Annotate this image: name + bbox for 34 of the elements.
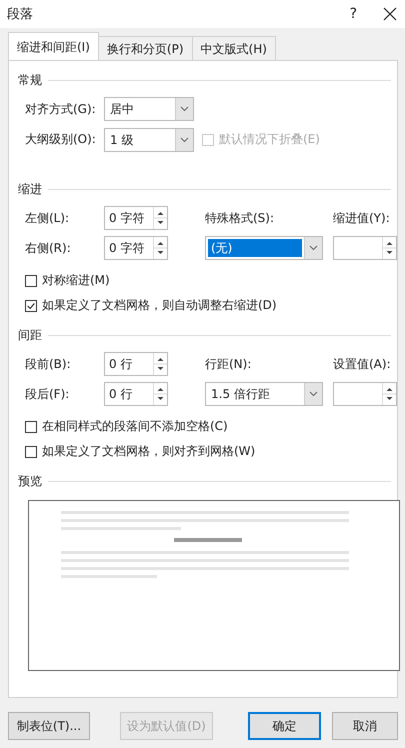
dropdown-field[interactable]: (无) <box>205 236 323 260</box>
field-label: 段前(B): <box>25 356 72 372</box>
field-label: 左侧(L): <box>25 210 70 226</box>
section-heading: 缩进 <box>18 180 42 198</box>
spin-field[interactable]: 0 行 <box>104 382 168 406</box>
dialog-button[interactable]: 制表位(T)... <box>8 712 90 740</box>
field-label: 对齐方式(G): <box>25 100 97 118</box>
spin-field[interactable]: 0 字符 <box>104 206 168 230</box>
spin-field[interactable]: 0 行 <box>104 352 168 376</box>
tab[interactable]: 中文版式(H) <box>192 36 276 60</box>
dropdown-field[interactable]: 1.5 倍行距 <box>205 382 323 406</box>
field-label: 缩进值(Y): <box>333 210 391 226</box>
dialog-button[interactable]: 取消 <box>332 712 398 740</box>
tab[interactable]: 缩进和间距(I) <box>8 32 99 60</box>
section-heading: 间距 <box>18 326 42 344</box>
field-label: 右侧(R): <box>25 240 72 256</box>
window-title: 段落 <box>7 6 34 23</box>
checkbox-label: 如果定义了文档网格，则对齐到网格(W) <box>42 443 256 460</box>
field-label: 大纲级别(O): <box>25 131 97 148</box>
checkbox-label: 如果定义了文档网格，则自动调整右缩进(D) <box>42 297 277 314</box>
dropdown-field[interactable]: 居中 <box>104 97 194 121</box>
checkbox-label: 默认情况下折叠(E) <box>219 131 320 148</box>
field-label: 设置值(A): <box>333 356 392 372</box>
checkbox-label: 在相同样式的段落间不添加空格(C) <box>42 418 228 435</box>
field-label: 段后(F): <box>25 386 70 402</box>
dropdown-field[interactable]: 1 级 <box>104 128 194 152</box>
section-heading: 常规 <box>18 72 42 88</box>
section-heading: 预览 <box>18 472 42 490</box>
help-button[interactable]: ? <box>350 6 357 22</box>
spin-field[interactable]: 0 字符 <box>104 236 168 260</box>
field-label: 特殊格式(S): <box>205 210 276 226</box>
dialog-button[interactable]: 确定 <box>248 712 321 740</box>
field-label: 行距(N): <box>205 356 252 372</box>
checkbox-label: 对称缩进(M) <box>42 272 110 289</box>
